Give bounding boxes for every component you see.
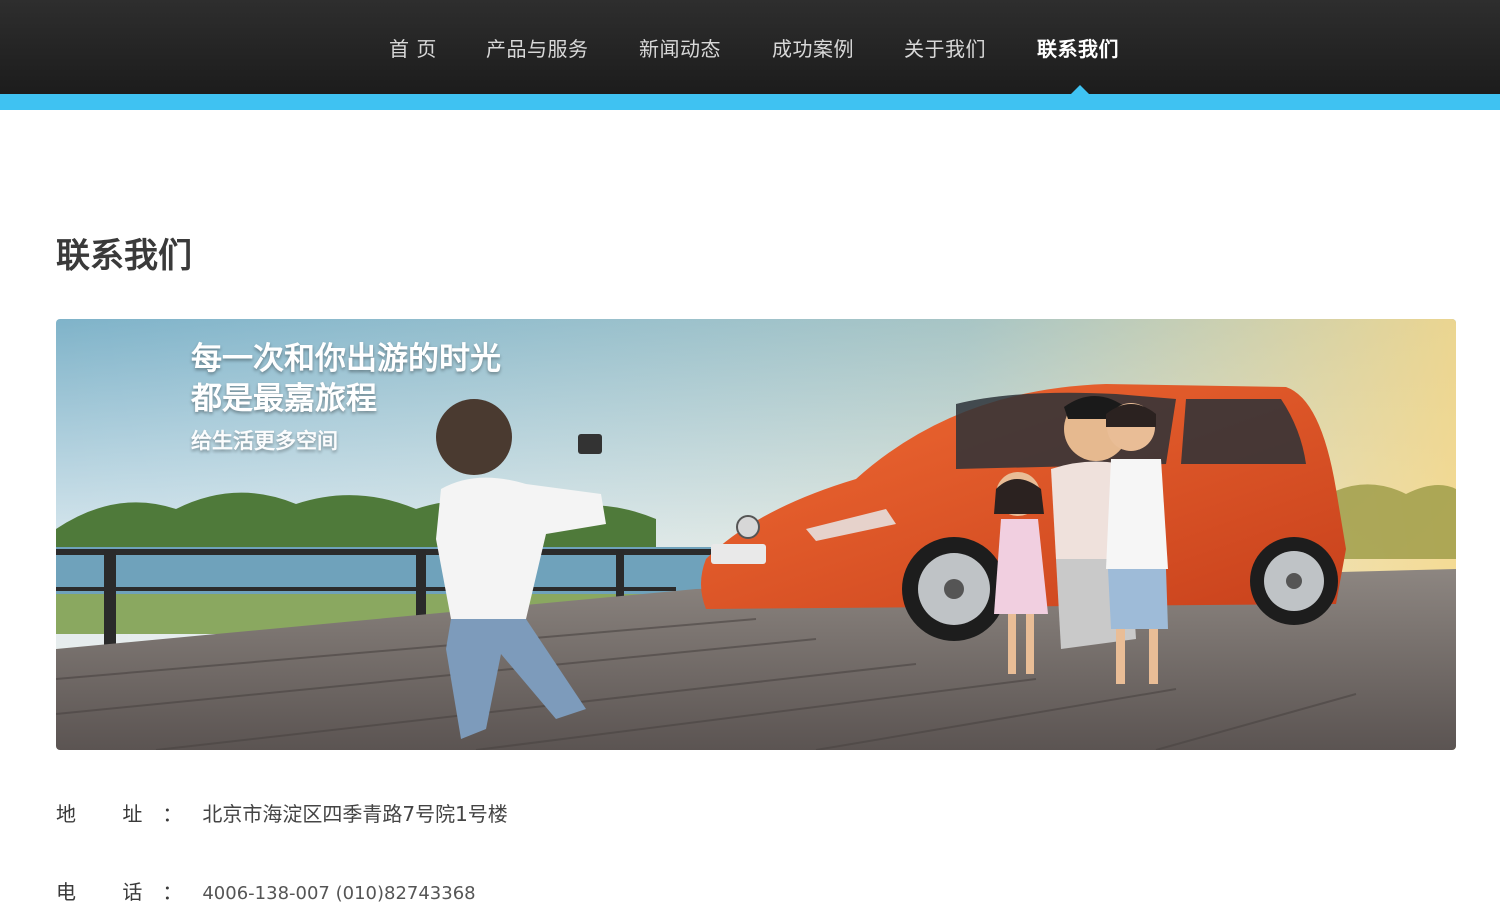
main-nav: 首 页 产品与服务 新闻动态 成功案例 关于我们 联系我们 — [0, 0, 1500, 94]
address-value: 北京市海淀区四季青路7号院1号楼 — [202, 802, 508, 826]
active-nav-indicator — [1071, 85, 1089, 94]
nav-item-contact[interactable]: 联系我们 — [1037, 33, 1119, 63]
banner-slogan: 每一次和你出游的时光 都是最嘉旅程 给生活更多空间 — [191, 339, 501, 455]
nav-item-home[interactable]: 首 页 — [389, 33, 437, 63]
phone-value[interactable]: 4006-138-007 (010)82743368 — [202, 883, 475, 904]
accent-bar — [0, 94, 1500, 110]
banner-headline-line1: 每一次和你出游的时光 — [191, 341, 501, 377]
nav-item-products-services[interactable]: 产品与服务 — [486, 33, 589, 63]
vw-logo-icon — [736, 515, 760, 539]
phone-row: 电 话：4006-138-007 (010)82743368 — [56, 876, 476, 905]
address-label: 地 址： — [56, 802, 203, 826]
page-title: 联系我们 — [56, 236, 192, 276]
banner-headline-line2: 都是最嘉旅程 — [191, 381, 377, 417]
nav-item-cases[interactable]: 成功案例 — [772, 33, 854, 63]
top-navigation-bar: 首 页 产品与服务 新闻动态 成功案例 关于我们 联系我们 — [0, 0, 1500, 94]
license-plate — [711, 544, 766, 564]
nav-item-about[interactable]: 关于我们 — [904, 33, 986, 63]
nav-item-news[interactable]: 新闻动态 — [639, 33, 721, 63]
phone-label: 电 话： — [56, 880, 203, 904]
address-row: 地 址：北京市海淀区四季青路7号院1号楼 — [56, 798, 508, 827]
banner-subline: 给生活更多空间 — [191, 429, 338, 453]
banner-image: 每一次和你出游的时光 都是最嘉旅程 给生活更多空间 — [56, 319, 1456, 750]
